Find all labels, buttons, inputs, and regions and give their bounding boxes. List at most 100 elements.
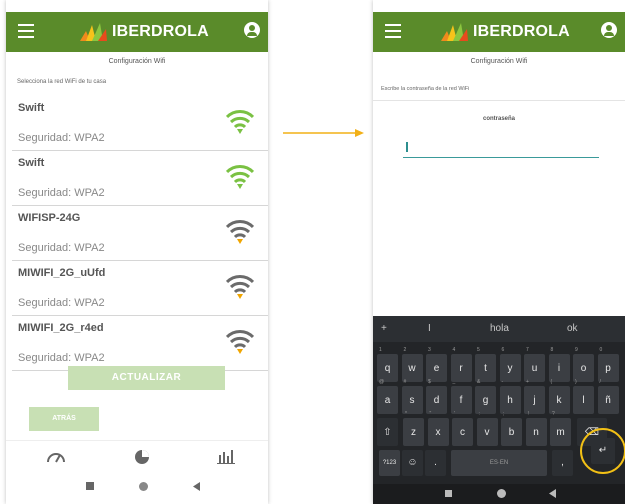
key-alt-label: 7 xyxy=(526,347,529,353)
key-a[interactable]: @ a xyxy=(377,379,398,414)
wifi-signal-icon xyxy=(226,330,254,354)
key-label: a xyxy=(384,395,391,406)
key-alt-label: ! xyxy=(527,411,529,417)
key-label: w xyxy=(408,363,416,374)
wifi-network-item[interactable]: Swift Seguridad: WPA2 xyxy=(12,151,268,206)
app-header: IBERDROLA xyxy=(6,12,268,52)
key-alt-label: : xyxy=(478,411,480,417)
key-alt-label: # xyxy=(403,379,407,385)
back-nav-icon[interactable] xyxy=(549,489,556,498)
suggestion-bar: + Ihola ok xyxy=(373,316,625,342)
key-b[interactable]: ; b xyxy=(501,411,522,446)
wifi-network-name: MIWIFI_2G_r4ed xyxy=(18,322,104,334)
key-v[interactable]: :v xyxy=(476,411,498,446)
key-label: c xyxy=(460,427,465,438)
brand-logo: IBERDROLA xyxy=(78,20,209,44)
key-alt-label: 8 xyxy=(550,347,554,353)
suggestion-item[interactable]: I xyxy=(428,323,431,334)
wifi-security-label: Seguridad: WPA2 xyxy=(18,242,105,254)
suggestion-item[interactable]: ok xyxy=(567,323,578,334)
menu-icon[interactable] xyxy=(385,24,401,38)
account-icon[interactable] xyxy=(244,22,260,38)
key-alt-label: $ xyxy=(428,379,431,385)
page-subtitle: Escribe la contraseña de la red WiFi xyxy=(381,86,470,92)
brand-name: IBERDROLA xyxy=(473,23,570,40)
page-title: Configuración Wifi xyxy=(108,58,166,65)
wifi-signal-icon xyxy=(226,220,254,244)
key-alt-label: + xyxy=(526,379,529,385)
numbers-symbols-key[interactable]: ?123 xyxy=(379,450,400,476)
password-label: contraseña xyxy=(482,116,515,122)
key-alt-label: ( xyxy=(550,379,553,385)
key-m[interactable]: ? m xyxy=(550,411,571,446)
wifi-network-item[interactable]: MIWIFI_2G_uUfd Seguridad: WPA2 xyxy=(12,261,268,316)
enter-key-highlight xyxy=(580,428,625,474)
key-label: g xyxy=(482,395,489,406)
update-button[interactable]: ACTUALIZAR xyxy=(68,366,225,390)
wifi-signal-icon xyxy=(226,110,254,134)
recent-apps-icon[interactable] xyxy=(445,490,452,497)
wifi-security-label: Seguridad: WPA2 xyxy=(18,352,105,364)
text-cursor xyxy=(406,142,408,152)
shift-key-icon[interactable]: ⇧ xyxy=(377,418,398,446)
back-nav-icon[interactable] xyxy=(193,482,201,491)
wifi-password-screen: IBERDROLA Configuración Wifi Escribe la … xyxy=(373,0,625,504)
wifi-network-item[interactable]: MIWIFI_2G_r4ed Seguridad: WPA2 xyxy=(12,316,268,371)
key-label: ñ xyxy=(605,395,611,406)
key-alt-label: & xyxy=(477,379,481,385)
key-alt-label: @ xyxy=(379,379,385,385)
key-label: l xyxy=(582,395,585,406)
key-n[interactable]: ! n xyxy=(525,411,547,446)
key-alt-label: _ xyxy=(452,379,456,385)
back-button[interactable]: ATRÁS xyxy=(29,407,99,431)
key-z[interactable]: * z xyxy=(403,411,424,446)
key-alt-label: 5 xyxy=(477,347,480,353)
comma-key[interactable]: , xyxy=(552,450,573,476)
wifi-network-list: Swift Seguridad: WPA2 Swift Seguridad: W… xyxy=(12,96,268,371)
key-x[interactable]: " x xyxy=(427,411,449,446)
space-key[interactable]: ES·EN xyxy=(451,450,547,476)
key-label: s xyxy=(409,395,415,406)
key-label: j xyxy=(533,395,536,406)
pie-chart-icon[interactable] xyxy=(132,447,152,465)
wifi-network-item[interactable]: WIFISP-24G Seguridad: WPA2 xyxy=(12,206,268,261)
key-label: t xyxy=(484,363,487,374)
key-label: h xyxy=(507,395,513,406)
wifi-security-label: Seguridad: WPA2 xyxy=(18,297,105,309)
key-alt-label: 6 xyxy=(501,347,505,353)
home-icon[interactable] xyxy=(497,489,506,498)
account-icon[interactable] xyxy=(601,22,617,38)
suggestion-item[interactable]: hola xyxy=(490,323,509,334)
key-alt-label: - xyxy=(501,379,504,385)
key-label: f xyxy=(459,395,463,406)
brand-name: IBERDROLA xyxy=(112,23,209,40)
key-label: u xyxy=(531,363,538,374)
recent-apps-icon[interactable] xyxy=(86,482,94,490)
emoji-key[interactable]: ☺ xyxy=(402,450,423,476)
key-label: i xyxy=(557,363,561,374)
wifi-network-name: Swift xyxy=(18,157,45,169)
system-navigation-bar xyxy=(373,484,625,504)
bar-chart-icon[interactable] xyxy=(216,447,236,465)
key-alt-label: / xyxy=(599,379,601,385)
key-label: n xyxy=(533,427,539,438)
period-key[interactable]: . xyxy=(425,450,446,476)
home-icon[interactable] xyxy=(139,482,148,491)
key-alt-label: ? xyxy=(552,411,555,417)
key-label: q xyxy=(384,363,391,374)
password-input[interactable] xyxy=(403,143,599,158)
page-title: Configuración Wifi xyxy=(470,58,528,65)
wifi-network-item[interactable]: Swift Seguridad: WPA2 xyxy=(12,96,268,151)
speedometer-icon[interactable] xyxy=(46,447,66,465)
key-c[interactable]: ' c xyxy=(452,411,473,446)
key-alt-label: 4 xyxy=(452,347,456,353)
key-label: z xyxy=(411,427,416,438)
key-alt-label: ' xyxy=(454,411,455,417)
key-alt-label: ) xyxy=(575,379,577,385)
key-l[interactable]: ) l xyxy=(573,379,594,414)
menu-icon[interactable] xyxy=(18,24,34,38)
suggestion-item[interactable]: + xyxy=(381,323,387,334)
key-ñ[interactable]: / ñ xyxy=(597,379,619,414)
key-label: r xyxy=(459,363,463,374)
onscreen-keyboard: + Ihola ok 1 q 2 w 3 e 4 r 5 t 6 y 7 u 8 i 9 o 0 p @ a # s $ d _ f & g -… xyxy=(373,316,625,504)
